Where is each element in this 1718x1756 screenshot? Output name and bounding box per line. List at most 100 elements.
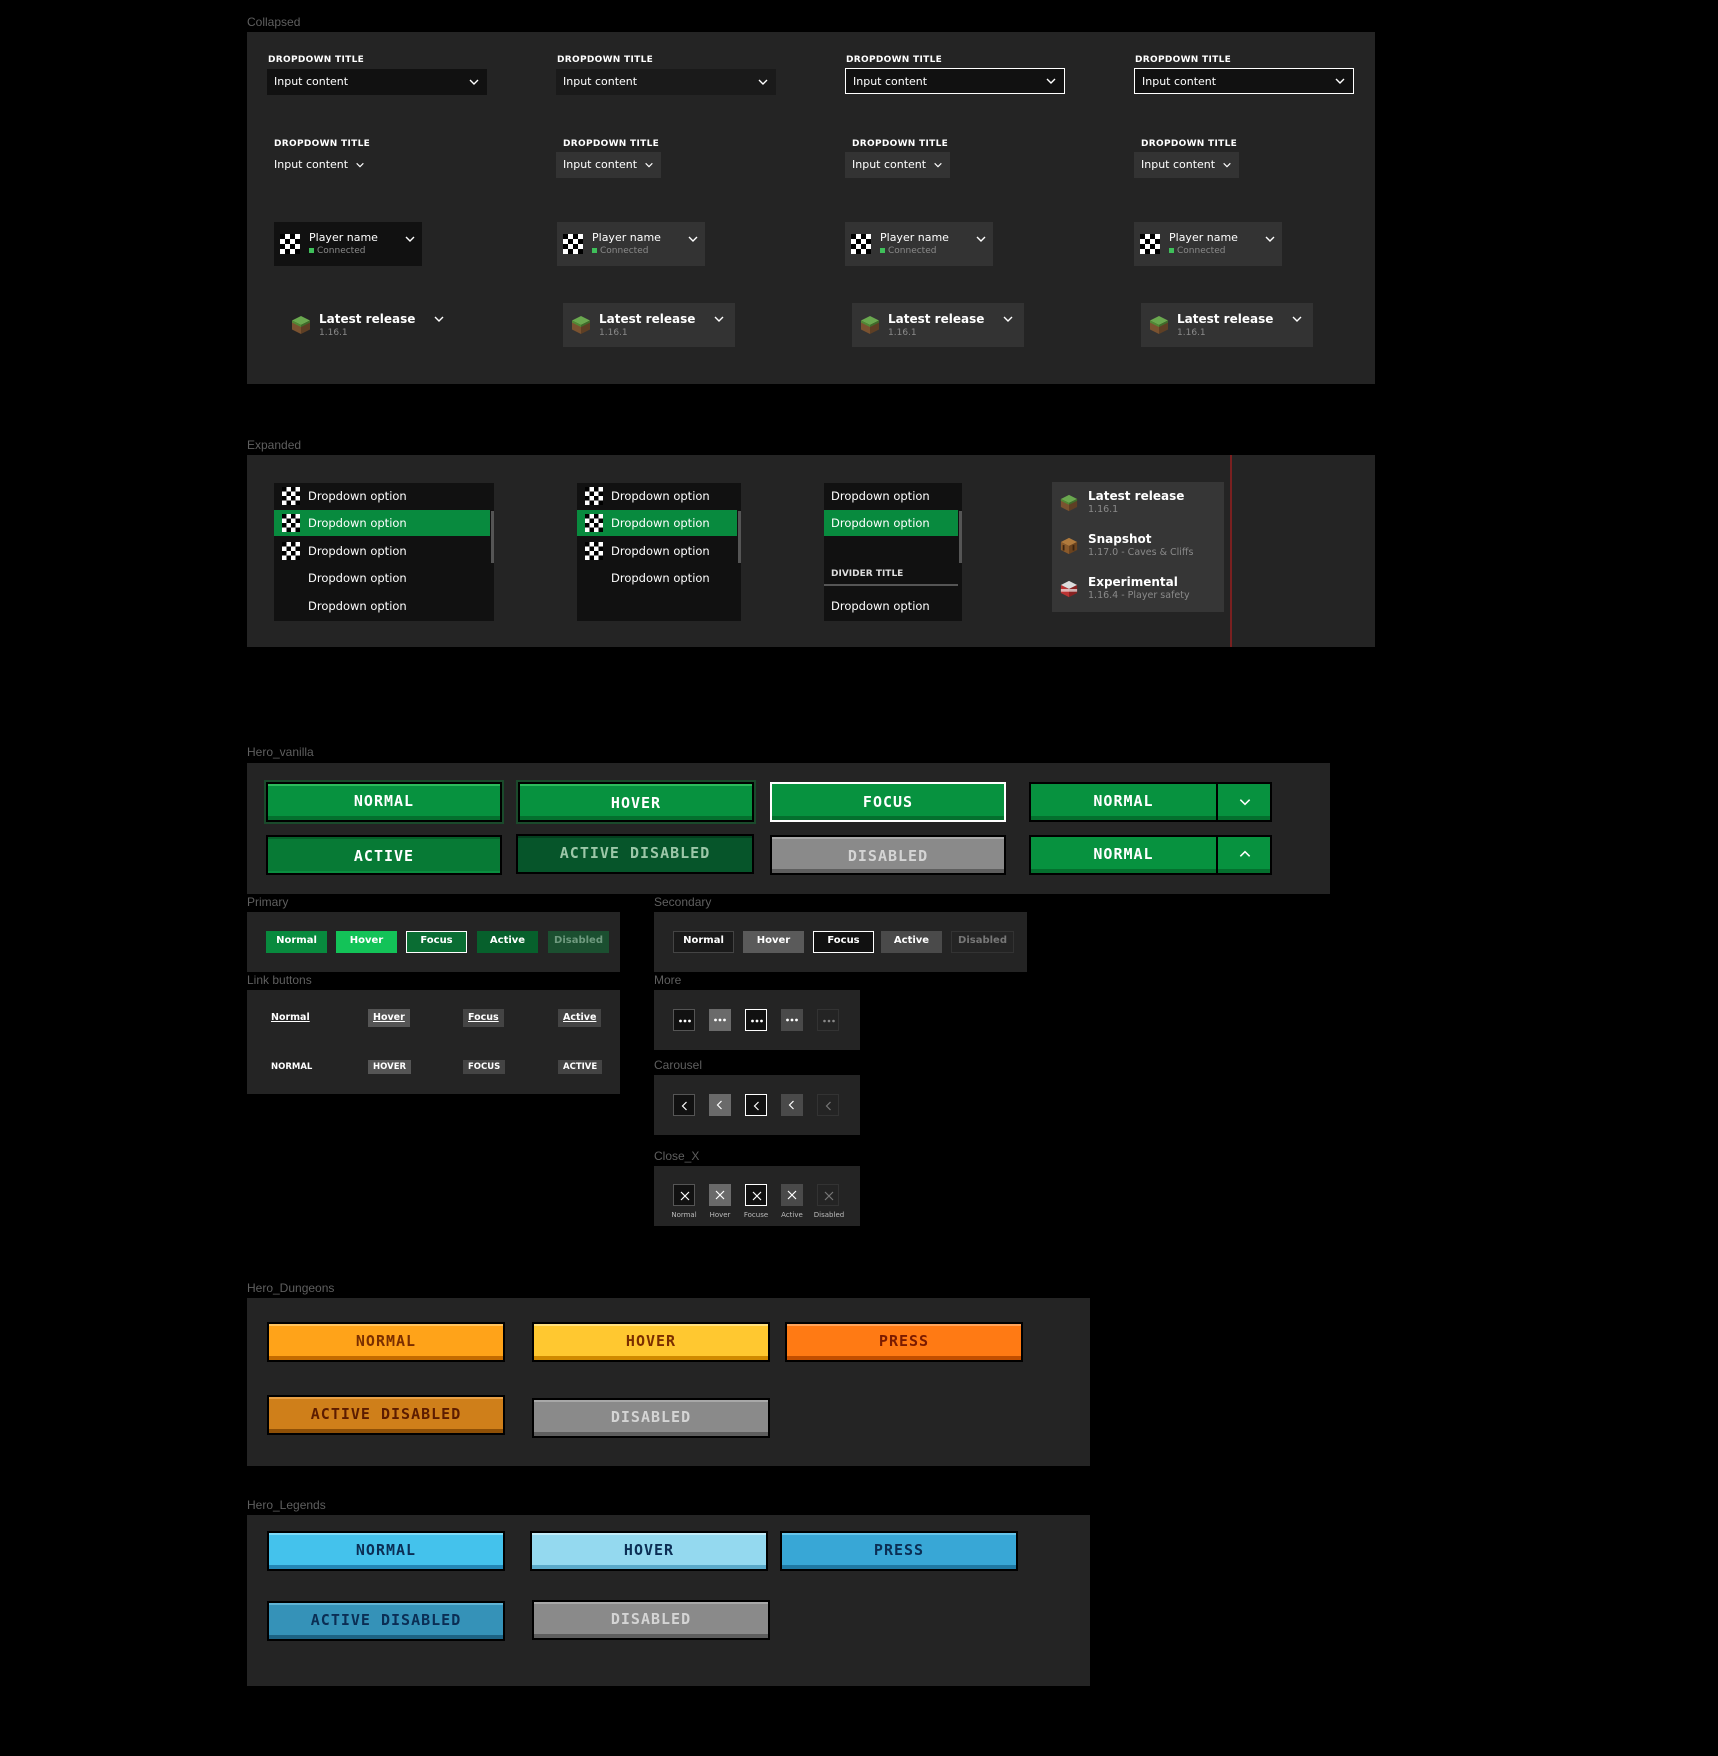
primary-button-normal[interactable]: Normal xyxy=(266,931,327,953)
release-dropdown-focus[interactable]: Latest release 1.16.1 xyxy=(852,303,1024,347)
list-item-label: Dropdown option xyxy=(308,489,407,503)
inline-dropdown-normal[interactable]: Input content xyxy=(267,152,372,178)
list-item-selected[interactable]: Dropdown option xyxy=(274,510,490,536)
primary-button-active[interactable]: Active xyxy=(477,931,538,953)
more-button-disabled xyxy=(817,1009,839,1031)
list-item[interactable]: Dropdown option xyxy=(824,483,958,509)
link-button-hover-caps[interactable]: HOVER xyxy=(368,1060,412,1074)
player-dropdown-hover[interactable]: Player name Connected xyxy=(557,222,705,266)
list-item[interactable]: Dropdown option xyxy=(274,593,490,619)
close-button-disabled xyxy=(817,1184,839,1206)
secondary-button-normal[interactable]: Normal xyxy=(673,931,734,953)
list-scrollbar[interactable] xyxy=(959,511,962,563)
version-item-snapshot[interactable]: Snapshot 1.17.0 - Caves & Cliffs xyxy=(1052,527,1224,569)
dropdown-select[interactable]: Input content xyxy=(845,68,1065,94)
dropdown-select[interactable]: Input content xyxy=(267,69,487,95)
inline-dropdown-active[interactable]: Input content xyxy=(1134,152,1239,178)
split-button-toggle-up[interactable] xyxy=(1216,835,1272,875)
split-button-main[interactable]: NORMAL xyxy=(1029,835,1218,875)
dropdown-list-with-divider: Dropdown option Dropdown option DIVIDER … xyxy=(824,483,962,621)
version-item-latest[interactable]: Latest release 1.16.1 xyxy=(1052,484,1224,526)
link-button-normal[interactable]: Normal xyxy=(266,1009,315,1027)
inline-dropdown-focus[interactable]: Input content xyxy=(845,152,950,178)
list-item-label: Dropdown option xyxy=(831,516,930,530)
secondary-button-hover[interactable]: Hover xyxy=(743,931,804,953)
legends-button-hover[interactable]: HOVER xyxy=(530,1531,768,1571)
list-item-selected[interactable]: Dropdown option xyxy=(577,510,737,536)
release-dropdown-hover[interactable]: Latest release 1.16.1 xyxy=(563,303,735,347)
legends-button-press[interactable]: PRESS xyxy=(780,1531,1018,1571)
split-button-main[interactable]: NORMAL xyxy=(1029,782,1218,822)
chevron-left-icon xyxy=(788,1100,794,1110)
list-item[interactable]: Dropdown option xyxy=(274,538,490,564)
legends-button-normal[interactable]: NORMAL xyxy=(267,1531,505,1571)
dungeons-button-press[interactable]: PRESS xyxy=(785,1322,1023,1362)
grass-block-icon xyxy=(292,316,310,334)
carousel-button-hover[interactable] xyxy=(709,1094,731,1116)
grass-block-icon xyxy=(1150,316,1168,334)
chevron-down-icon xyxy=(433,313,445,325)
primary-button-focus[interactable]: Focus xyxy=(406,931,467,953)
hero-button-label: DISABLED xyxy=(847,847,929,865)
split-button-toggle-down[interactable] xyxy=(1216,782,1272,822)
carousel-button-active[interactable] xyxy=(781,1094,803,1116)
hero-button-active[interactable]: ACTIVE xyxy=(266,835,502,875)
list-item-selected[interactable]: Dropdown option xyxy=(824,510,958,536)
dropdown-title: DROPDOWN TITLE xyxy=(852,139,949,149)
dungeons-button-normal[interactable]: NORMAL xyxy=(267,1322,505,1362)
release-dropdown-active[interactable]: Latest release 1.16.1 xyxy=(1141,303,1313,347)
secondary-button-active[interactable]: Active xyxy=(881,931,942,953)
list-item[interactable]: Dropdown option xyxy=(577,483,737,509)
inline-dropdown-hover[interactable]: Input content xyxy=(556,152,661,178)
more-button-focus[interactable] xyxy=(745,1009,767,1031)
carousel-button-focus[interactable] xyxy=(745,1094,767,1116)
link-button-hover[interactable]: Hover xyxy=(368,1009,410,1027)
link-button-normal-caps[interactable]: NORMAL xyxy=(266,1060,317,1074)
dropdown-select[interactable]: Input content xyxy=(1134,68,1354,94)
hero-button-focus[interactable]: FOCUS xyxy=(770,782,1006,822)
list-scrollbar[interactable] xyxy=(738,511,741,563)
more-button-normal[interactable] xyxy=(673,1009,695,1031)
secondary-button-disabled: Disabled xyxy=(951,931,1014,953)
carousel-button-normal[interactable] xyxy=(673,1094,695,1116)
chevron-down-icon xyxy=(1002,313,1014,325)
list-scrollbar[interactable] xyxy=(491,511,494,563)
list-item[interactable]: Dropdown option xyxy=(577,538,737,564)
release-version: 1.16.1 xyxy=(888,328,917,338)
hero-button-normal[interactable]: NORMAL xyxy=(264,780,504,824)
divider-line xyxy=(824,584,958,586)
chevron-down-icon xyxy=(713,313,725,325)
close-button-active[interactable] xyxy=(781,1184,803,1206)
link-button-focus-caps[interactable]: FOCUS xyxy=(463,1060,506,1074)
release-version: 1.16.1 xyxy=(599,328,628,338)
dungeons-button-hover[interactable]: HOVER xyxy=(532,1322,770,1362)
version-item-experimental[interactable]: Experimental 1.16.4 - Player safety xyxy=(1052,570,1224,612)
section-label-link-buttons: Link buttons xyxy=(247,973,312,987)
list-item[interactable]: Dropdown option xyxy=(577,565,737,591)
player-dropdown-active[interactable]: Player name Connected xyxy=(1134,222,1282,266)
more-button-hover[interactable] xyxy=(709,1009,731,1031)
close-button-hover[interactable] xyxy=(709,1184,731,1206)
primary-button-disabled: Disabled xyxy=(548,931,609,953)
hero-button-label: ACTIVE xyxy=(353,847,415,865)
dropdown-select[interactable]: Input content xyxy=(556,69,776,95)
link-button-active[interactable]: Active xyxy=(558,1009,602,1027)
legends-button-label: NORMAL xyxy=(355,1541,417,1559)
link-button-focus[interactable]: Focus xyxy=(463,1009,504,1027)
list-item[interactable]: Dropdown option xyxy=(824,593,958,619)
hero-button-active-disabled: ACTIVE DISABLED xyxy=(516,834,754,874)
list-item[interactable]: Dropdown option xyxy=(274,483,490,509)
player-dropdown-normal[interactable]: Player name Connected xyxy=(274,222,422,266)
more-button-active[interactable] xyxy=(781,1009,803,1031)
link-button-active-caps[interactable]: ACTIVE xyxy=(558,1060,603,1074)
chevron-down-icon xyxy=(1239,799,1251,806)
player-dropdown-focus[interactable]: Player name Connected xyxy=(845,222,993,266)
close-button-focus[interactable] xyxy=(745,1184,767,1206)
list-item[interactable]: Dropdown option xyxy=(274,565,490,591)
hero-button-hover[interactable]: HOVER xyxy=(516,780,756,824)
close-button-normal[interactable] xyxy=(673,1184,695,1206)
status-dot-icon xyxy=(880,248,885,253)
primary-button-hover[interactable]: Hover xyxy=(336,931,397,953)
release-dropdown-normal[interactable]: Latest release 1.16.1 xyxy=(283,303,455,347)
secondary-button-focus[interactable]: Focus xyxy=(813,931,874,953)
